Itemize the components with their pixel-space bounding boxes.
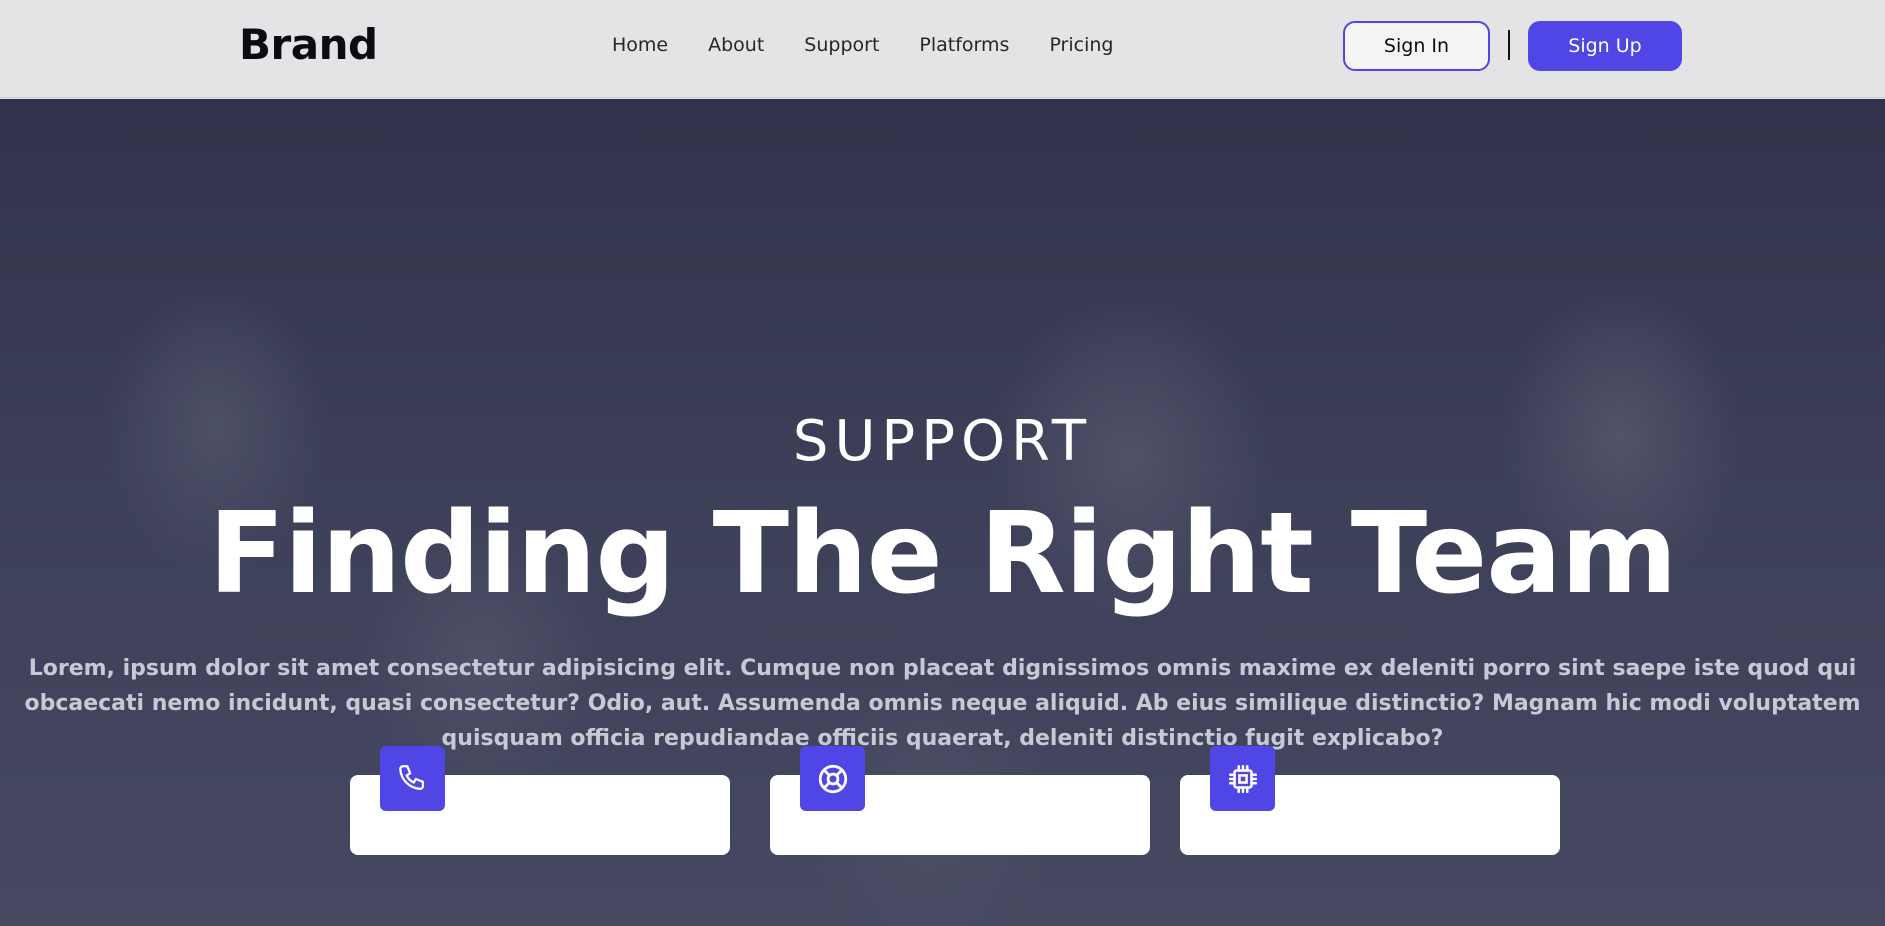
hero-title: Finding The Right Team: [208, 489, 1677, 619]
nav-link-pricing[interactable]: Pricing: [1049, 34, 1113, 56]
nav-link-support[interactable]: Support: [804, 34, 879, 56]
nav-link-platforms[interactable]: Platforms: [919, 34, 1009, 56]
hero-description: Lorem, ipsum dolor sit amet consectetur …: [24, 656, 1861, 751]
phone-icon: [380, 746, 445, 811]
brand-logo[interactable]: Brand: [239, 20, 378, 69]
lifebuoy-icon: [800, 746, 865, 811]
nav-link-home[interactable]: Home: [612, 34, 668, 56]
sign-up-button[interactable]: Sign Up: [1528, 21, 1682, 71]
nav-link-about[interactable]: About: [708, 34, 764, 56]
nav-divider: [1508, 30, 1510, 60]
main-nav: Home About Support Platforms Pricing: [612, 34, 1113, 56]
hero-kicker: SUPPORT: [792, 409, 1093, 474]
cpu-chip-icon: [1210, 746, 1275, 811]
navbar: Brand Home About Support Platforms Prici…: [0, 0, 1885, 98]
sign-in-button[interactable]: Sign In: [1343, 21, 1490, 71]
